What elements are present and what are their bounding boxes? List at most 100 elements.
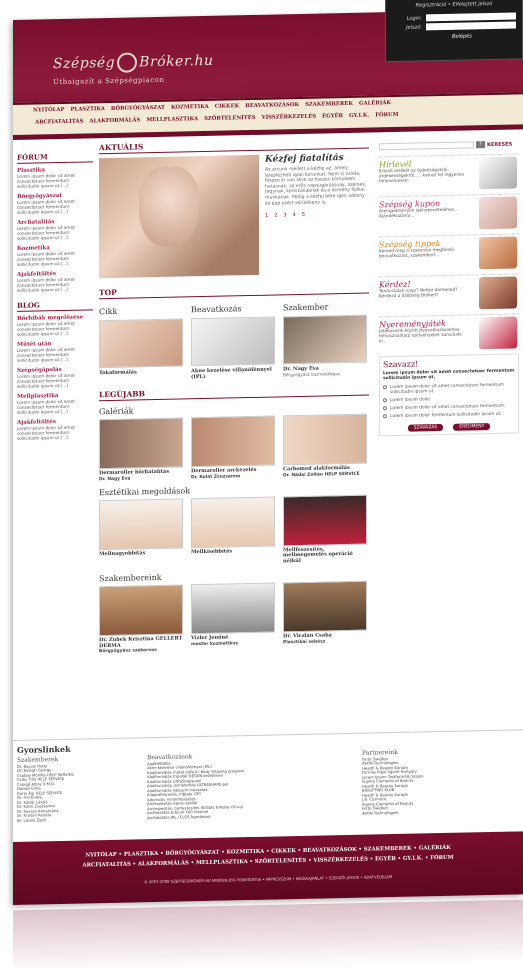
- forum-title: FÓRUM: [17, 151, 93, 164]
- top-caption[interactable]: Tokaformálás: [99, 368, 183, 376]
- blog-list: Bőrhibák megelőzése Lorem ipsum dolor sit…: [13, 314, 93, 441]
- left-sidebar: FÓRUM Plasztika Lorem ipsum dolor sit ame…: [13, 143, 93, 446]
- poll-option[interactable]: Lorem ipsum dolor fermentum sollicitudin…: [383, 411, 515, 419]
- aktualis-title: AKTUÁLIS: [99, 137, 369, 155]
- nav-item[interactable]: PLASZTIKA: [70, 103, 104, 116]
- quicklinks-columns: Szakemberek Dr. Bajusz Huba Dr. Balogh Gyö…: [13, 748, 523, 823]
- promo-box[interactable]: Szépség kupon Árengedmények igénybevételé…: [379, 193, 519, 233]
- gallery-image[interactable]: [191, 496, 275, 548]
- site-header: Szépség Bróker.hu Útbaigazít a Szépségpia…: [13, 0, 523, 141]
- gallery-caption[interactable]: Mellnagyobbítás: [99, 550, 183, 557]
- register-link[interactable]: Regisztráció • Elfelejtett jelszó: [392, 0, 516, 9]
- sidebar-entry[interactable]: Ajakfeltöltés Lorem ipsum dolor sit amet …: [17, 270, 89, 293]
- nav-item[interactable]: ARCFIATALÍTÁS: [35, 116, 83, 129]
- gallery-image[interactable]: [283, 494, 367, 546]
- poll-option-label: Lorem ipsum dolor.: [390, 397, 432, 404]
- vote-button[interactable]: SZAVAZÁS: [407, 423, 444, 432]
- page-number[interactable]: 2: [274, 213, 277, 219]
- nav-item[interactable]: EGYÉB: [322, 110, 343, 122]
- radio-icon[interactable]: [383, 385, 387, 390]
- poll-option-label: Lorem ipsum dolor fermentum sollicitudin…: [390, 411, 502, 420]
- featured-image[interactable]: [99, 154, 259, 279]
- poll-question: Lorem ipsum dolor sit amet consectetuer …: [383, 368, 515, 382]
- top-image[interactable]: [191, 316, 275, 367]
- nav-item[interactable]: ALAKFORMÁLÁS: [89, 114, 140, 127]
- poll-option[interactable]: Lorem ipsum dolor.: [383, 395, 515, 403]
- sidebar-entry[interactable]: Bőrhibák megelőzése Lorem ipsum dolor sit…: [17, 314, 89, 337]
- main-content: FÓRUM Plasztika Lorem ipsum dolor sit ame…: [13, 134, 523, 735]
- page-number[interactable]: 3: [283, 212, 286, 218]
- quicklink[interactable]: AVON Technologies: [362, 808, 509, 816]
- promo-box[interactable]: Kérdez! Tanácstalan vagy? Nehéz döntened?…: [379, 273, 519, 313]
- sidebar-entry[interactable]: Arcfiatalítás Lorem ipsum dolor sit amet …: [17, 218, 89, 241]
- entry-excerpt: Lorem ipsum dolor sit amet consectetuer …: [17, 276, 75, 293]
- gallery-image[interactable]: [191, 582, 275, 635]
- right-sidebar: ? KERESÉS Hírlevél Értesít elsőkét az újd…: [375, 134, 523, 440]
- nav-item[interactable]: KOZMETIKA: [171, 101, 209, 114]
- entry-excerpt: Lorem ipsum dolor sit amet consectetuer …: [17, 398, 75, 415]
- quicklinks: Gyorslinkek Szakemberek Dr. Bajusz Huba Dr…: [13, 729, 523, 850]
- nav-item[interactable]: FÓRUM: [375, 109, 398, 121]
- search-bar: ? KERESÉS: [379, 140, 519, 151]
- gallery-caption[interactable]: Mellfeszesítés, mellmegemelés operáció n…: [283, 546, 367, 564]
- sidebar-entry[interactable]: Szépségápolás Lorem ipsum dolor sit amet …: [17, 366, 89, 389]
- sidebar-entry[interactable]: Ajakfeltöltés Lorem ipsum dolor sit amet …: [17, 418, 89, 441]
- poll-option[interactable]: Lorem ipsum dolor sit amet consectetuer …: [383, 403, 515, 411]
- sidebar-entry[interactable]: Bőrgyógyászat Lorem ipsum dolor sit amet …: [17, 192, 89, 215]
- promo-box[interactable]: Hírlevél Értesít elsőkét az újdonságokról…: [379, 153, 519, 193]
- nav-item[interactable]: CIKKEK: [215, 100, 240, 113]
- promo-image: [479, 316, 517, 350]
- top-image[interactable]: [283, 314, 367, 365]
- logo-emblem-icon: [117, 52, 138, 73]
- password-input[interactable]: [426, 21, 516, 31]
- page-number[interactable]: 1: [265, 213, 268, 219]
- login-input[interactable]: [426, 12, 516, 22]
- top-image[interactable]: [99, 318, 183, 369]
- sidebar-entry[interactable]: Mellplasztika Lorem ipsum dolor sit amet …: [17, 392, 89, 415]
- aktualis-block: Kézfej fiatalítás Az arcunk mellett a ké…: [99, 153, 369, 289]
- logo-text-right: Bróker.hu: [139, 52, 214, 71]
- search-input[interactable]: [379, 141, 474, 151]
- help-icon[interactable]: ?: [476, 141, 485, 149]
- search-button[interactable]: KERESÉS: [487, 141, 512, 148]
- radio-icon[interactable]: [383, 398, 387, 403]
- gallery-image[interactable]: [99, 497, 183, 550]
- radio-icon[interactable]: [383, 406, 387, 411]
- nav-item[interactable]: VISSZÉRKEZELÉS: [262, 111, 317, 124]
- entry-excerpt: Lorem ipsum dolor sit amet consectetuer …: [17, 250, 75, 267]
- nav-item[interactable]: GALÉRIÁK: [359, 97, 391, 110]
- top-item: Beavatkozás Akne kezelése villanófénnyel …: [191, 300, 275, 381]
- featured-face: [139, 166, 199, 248]
- promo-box[interactable]: Nyereményjáték Játékosaink között beavatk…: [379, 313, 519, 353]
- site-logo[interactable]: Szépség Bróker.hu Útbaigazít a Szépségpia…: [53, 51, 213, 86]
- page-number[interactable]: 4: [293, 212, 296, 218]
- top-caption[interactable]: Akne kezelése villanófénnyel (IPL): [191, 367, 275, 381]
- page-number[interactable]: 5: [302, 212, 305, 218]
- sidebar-entry[interactable]: Plasztika Lorem ipsum dolor sit amet cons…: [17, 166, 89, 189]
- result-button[interactable]: EREDMÉNY: [453, 423, 491, 431]
- blog-title: BLOG: [17, 299, 93, 312]
- nav-item[interactable]: SZAKEMBEREK: [305, 98, 353, 111]
- promo-box[interactable]: Szépség tippek Kereed meg a szakorára meg…: [379, 233, 519, 273]
- quicklinks-column: Partnereink Forte Sweden AVON Technologies…: [358, 749, 513, 816]
- gallery-image[interactable]: [283, 413, 367, 466]
- gallery-subcaption: Bőrgyógyász szakorvos: [99, 647, 157, 655]
- nav-item[interactable]: GY.I.K.: [349, 110, 369, 122]
- gallery-image[interactable]: [99, 584, 183, 637]
- gallery-caption[interactable]: Mellkisebbítés: [191, 548, 275, 555]
- radio-icon[interactable]: [383, 414, 387, 419]
- featured-headline[interactable]: Kézfej fiatalítás: [265, 153, 369, 165]
- login-button[interactable]: Belépés: [452, 32, 516, 39]
- poll-options: Lorem ipsum dolor sit amet consectetuer …: [383, 382, 515, 419]
- nav-item[interactable]: SZŐRTELENÍTÉS: [204, 112, 255, 125]
- poll-option[interactable]: Lorem ipsum dolor sit amet consectetuer …: [383, 382, 515, 395]
- gallery-image[interactable]: [283, 580, 367, 633]
- nav-item[interactable]: NYITÓLAP: [33, 104, 64, 117]
- sidebar-entry[interactable]: Műtét után Lorem ipsum dolor sit amet con…: [17, 340, 89, 363]
- gallery-image[interactable]: [99, 417, 183, 470]
- nav-item[interactable]: MELLPLASZTIKA: [146, 113, 198, 126]
- gallery-image[interactable]: [191, 415, 275, 468]
- gallery-subcaption: Dr. Nagy Éva: [99, 476, 131, 482]
- sidebar-entry[interactable]: Kozmetika Lorem ipsum dolor sit amet cons…: [17, 244, 89, 267]
- quicklink[interactable]: Dr. László Zsolt: [17, 816, 139, 823]
